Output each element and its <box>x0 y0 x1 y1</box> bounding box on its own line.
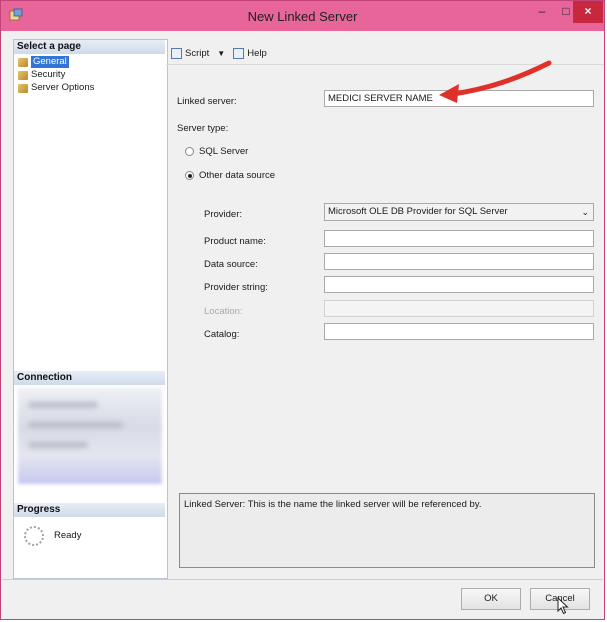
location-label: Location: <box>204 306 243 317</box>
chevron-down-icon[interactable]: ▼ <box>217 49 225 58</box>
script-label: Script <box>185 47 210 59</box>
help-label: Help <box>247 47 267 59</box>
catalog-label: Catalog: <box>204 329 240 340</box>
product-name-label: Product name: <box>204 236 266 247</box>
script-button[interactable]: Script <box>171 47 210 59</box>
provider-string-label: Provider string: <box>204 282 268 293</box>
page-icon <box>18 57 28 67</box>
radio-sql-server[interactable]: SQL Server <box>185 146 248 157</box>
connection-info-blurred <box>18 388 162 484</box>
data-source-input[interactable] <box>324 253 594 270</box>
help-button[interactable]: Help <box>233 47 267 59</box>
red-arrow-annotation <box>439 60 552 103</box>
radio-button-checked[interactable] <box>185 171 194 180</box>
connection-header: Connection <box>14 371 165 385</box>
radio-sql-server-label: SQL Server <box>199 146 249 157</box>
left-panel: Select a page General Security Server Op… <box>13 39 168 579</box>
sidebar-item-general[interactable]: General <box>18 56 69 68</box>
sidebar-item-label: General <box>31 56 69 68</box>
radio-button[interactable] <box>185 147 194 156</box>
chevron-down-icon: ⌄ <box>581 207 589 217</box>
provider-select[interactable]: Microsoft OLE DB Provider for SQL Server… <box>324 203 594 221</box>
close-button[interactable]: × <box>573 1 603 23</box>
location-input <box>324 300 594 317</box>
script-icon <box>171 47 182 59</box>
new-linked-server-dialog: New Linked Server – □ × Select a page Ge… <box>0 0 605 620</box>
window-title: New Linked Server <box>247 9 358 24</box>
radio-other-data-source[interactable]: Other data source <box>185 170 275 181</box>
radio-other-label: Other data source <box>199 170 276 181</box>
toolbar: Script ▼ Help <box>171 45 275 61</box>
progress-spinner-icon <box>24 526 44 546</box>
provider-string-input[interactable] <box>324 276 594 293</box>
description-panel: Linked Server: This is the name the link… <box>179 493 595 568</box>
sidebar-item-label: Security <box>31 69 66 80</box>
mouse-cursor-icon <box>557 597 569 615</box>
sidebar-item-server-options[interactable]: Server Options <box>18 82 94 94</box>
progress-status: Ready <box>54 530 82 541</box>
bottom-divider <box>2 579 603 580</box>
sidebar-item-security[interactable]: Security <box>18 69 65 81</box>
page-icon <box>18 83 28 93</box>
data-source-label: Data source: <box>204 259 258 270</box>
help-icon <box>233 47 245 59</box>
page-icon <box>18 70 28 80</box>
product-name-input[interactable] <box>324 230 594 247</box>
sidebar-item-label: Server Options <box>31 82 95 93</box>
provider-label: Provider: <box>204 209 243 220</box>
progress-header: Progress <box>14 503 165 517</box>
minimize-button[interactable]: – <box>529 1 555 23</box>
ok-button[interactable]: OK <box>461 588 521 610</box>
select-page-header: Select a page <box>14 40 165 54</box>
server-type-label: Server type: <box>177 123 229 134</box>
catalog-input[interactable] <box>324 323 594 340</box>
linked-server-label: Linked server: <box>177 96 237 107</box>
title-bar[interactable]: New Linked Server – □ × <box>1 1 604 31</box>
provider-value: Microsoft OLE DB Provider for SQL Server <box>328 206 508 217</box>
